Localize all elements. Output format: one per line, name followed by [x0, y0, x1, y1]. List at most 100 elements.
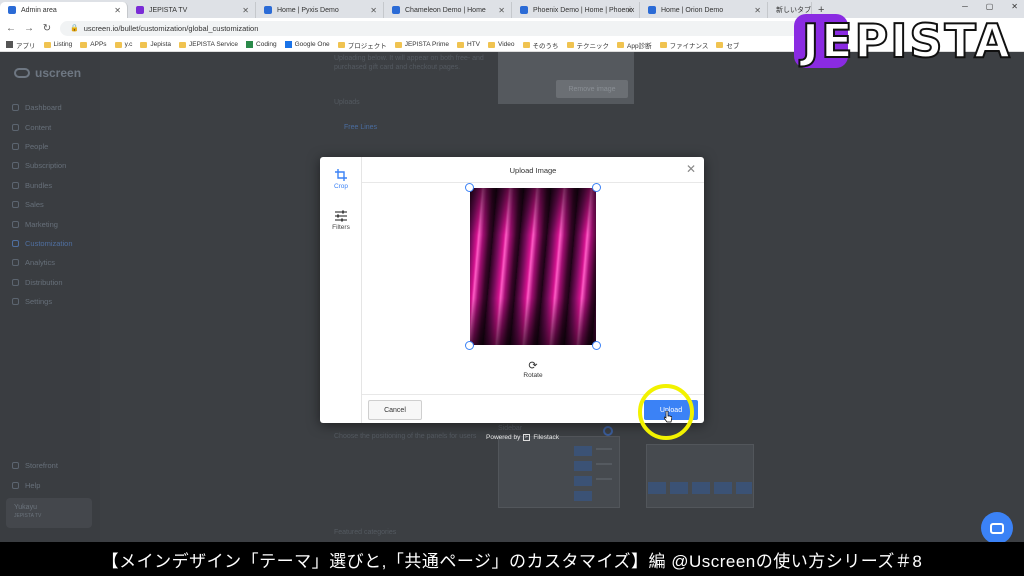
people-icon	[12, 142, 19, 150]
filters-tool-button[interactable]: Filters	[320, 210, 362, 231]
bookmark-item[interactable]: App診断	[617, 40, 652, 50]
bookmark-item[interactable]: APPs	[80, 41, 107, 48]
close-tab-icon[interactable]: ✕	[626, 6, 633, 15]
bookmark-item[interactable]: JEPISTA Service	[179, 41, 238, 48]
bookmark-label: APPs	[90, 41, 107, 48]
crop-tool-button[interactable]: Crop	[320, 169, 362, 190]
layout-option-right[interactable]	[646, 444, 754, 508]
close-tab-icon[interactable]: ✕	[114, 6, 121, 15]
storefront-icon	[12, 462, 19, 470]
user-menu[interactable]: Yukayu JEPISTA TV	[6, 498, 92, 528]
crop-handle-top-left[interactable]	[465, 183, 474, 192]
favicon-icon	[520, 6, 528, 14]
bookmark-item[interactable]: Video	[488, 41, 515, 48]
bookmark-item[interactable]: セブ	[716, 40, 739, 50]
layout-radio[interactable]	[603, 426, 613, 436]
bookmark-item[interactable]: y.c	[114, 41, 132, 48]
bookmark-item[interactable]: ファイナンス	[659, 40, 708, 50]
crop-handle-top-right[interactable]	[592, 183, 601, 192]
bookmark-item[interactable]: そのうち	[522, 40, 559, 50]
uscreen-logo[interactable]: uscreen	[14, 66, 81, 80]
layout-block	[714, 482, 732, 494]
sidebar-item-analytics[interactable]: Analytics	[12, 253, 73, 272]
bookmark-item[interactable]: プロジェクト	[337, 40, 387, 50]
layout-block	[574, 446, 592, 456]
bookmark-item[interactable]: Coding	[246, 41, 277, 48]
tab-label: Admin area	[21, 6, 57, 14]
close-tab-icon[interactable]: ✕	[754, 6, 761, 15]
window-controls: ─ ▢ ✕	[962, 2, 1018, 11]
bookmark-item[interactable]: テクニック	[566, 40, 609, 50]
close-tab-icon[interactable]: ✕	[242, 6, 249, 15]
upload-image-modal: Crop Filters Upload Image ✕ ⟳ Rotate Can…	[320, 157, 704, 423]
url-field[interactable]: 🔒 uscreen.io/bullet/customization/global_…	[60, 20, 840, 36]
bookmark-item[interactable]: Jepista	[140, 41, 171, 48]
close-window-icon[interactable]: ✕	[1011, 2, 1018, 11]
folder-icon	[617, 41, 625, 48]
close-icon[interactable]: ✕	[686, 162, 696, 176]
url-text: uscreen.io/bullet/customization/global_c…	[83, 23, 259, 33]
sidebar-item-marketing[interactable]: Marketing	[12, 214, 73, 233]
reload-icon[interactable]: ↻	[42, 23, 52, 34]
sidebar-item-people[interactable]: People	[12, 137, 73, 156]
back-icon[interactable]: ←	[6, 23, 16, 34]
tab-label: Home | Pyxis Demo	[277, 6, 339, 14]
bookmark-label: アプリ	[16, 42, 36, 50]
bookmark-item[interactable]: HTV	[457, 41, 480, 48]
sidebar-item-dashboard[interactable]: Dashboard	[12, 98, 73, 117]
browser-tab[interactable]: Chameleon Demo | Home ✕	[384, 2, 512, 18]
sidebar-item-sales[interactable]: Sales	[12, 195, 73, 214]
crop-image-preview[interactable]	[470, 188, 596, 345]
chat-icon	[990, 522, 1004, 534]
maximize-icon[interactable]: ▢	[986, 2, 994, 11]
uscreen-logo-icon	[14, 68, 30, 78]
sidebar-item-label: Settings	[25, 297, 53, 307]
minimize-icon[interactable]: ─	[962, 2, 968, 11]
background-link[interactable]: Free Lines	[344, 124, 377, 131]
sidebar-item-subscription[interactable]: Subscription	[12, 156, 73, 175]
sidebar: uscreen Dashboard Content People Subscri…	[0, 52, 100, 542]
favicon-icon	[8, 6, 16, 14]
marketing-icon	[12, 220, 19, 228]
remove-image-button[interactable]: Remove image	[556, 80, 628, 98]
browser-tab[interactable]: Home | Orion Demo ✕	[640, 2, 768, 18]
powered-by-filestack[interactable]: Powered by F Filestack	[486, 434, 559, 441]
cancel-button[interactable]: Cancel	[368, 400, 422, 420]
chat-button[interactable]	[981, 512, 1013, 544]
forward-icon[interactable]: →	[24, 23, 34, 34]
browser-tab[interactable]: Phoenix Demo | Home | Phoenix ✕	[512, 2, 640, 18]
layout-block	[648, 482, 666, 494]
sidebar-item-customization[interactable]: Customization	[12, 234, 73, 253]
layout-line	[596, 478, 612, 480]
bookmark-apps[interactable]: アプリ	[6, 40, 36, 50]
tab-label: Chameleon Demo | Home	[405, 6, 486, 14]
crop-handle-bottom-right[interactable]	[592, 341, 601, 350]
layout-line	[596, 448, 612, 450]
sidebar-item-storefront[interactable]: Storefront	[12, 456, 58, 475]
close-tab-icon[interactable]: ✕	[370, 6, 377, 15]
layout-option-left[interactable]	[498, 436, 620, 508]
tab-label: Phoenix Demo | Home | Phoenix	[533, 6, 635, 14]
crop-handle-bottom-left[interactable]	[465, 341, 474, 350]
sidebar-item-label: Bundles	[25, 180, 53, 190]
sidebar-item-content[interactable]: Content	[12, 117, 73, 136]
browser-tab[interactable]: Home | Pyxis Demo ✕	[256, 2, 384, 18]
browser-tab[interactable]: JEPISTA TV ✕	[128, 2, 256, 18]
rotate-button[interactable]: ⟳ Rotate	[520, 359, 546, 379]
sidebar-item-label: Distribution	[25, 277, 63, 287]
browser-tab[interactable]: Admin area ✕	[0, 2, 128, 18]
bookmark-item[interactable]: JEPISTA Prime	[394, 41, 449, 48]
favicon-icon	[136, 6, 144, 14]
rotate-label: Rotate	[523, 372, 543, 379]
sidebar-item-distribution[interactable]: Distribution	[12, 273, 73, 292]
folder-icon	[179, 41, 186, 48]
bookmark-item[interactable]: Google One	[284, 41, 330, 48]
sidebar-item-bundles[interactable]: Bundles	[12, 176, 73, 195]
sidebar-item-help[interactable]: Help	[12, 475, 58, 494]
background-bottom-label: Featured categories	[334, 529, 397, 536]
background-image-preview: Remove image	[498, 52, 634, 104]
sidebar-item-settings[interactable]: Settings	[12, 292, 73, 311]
bookmark-item[interactable]: Listing	[43, 41, 72, 48]
close-tab-icon[interactable]: ✕	[498, 6, 505, 15]
bundles-icon	[12, 181, 19, 189]
